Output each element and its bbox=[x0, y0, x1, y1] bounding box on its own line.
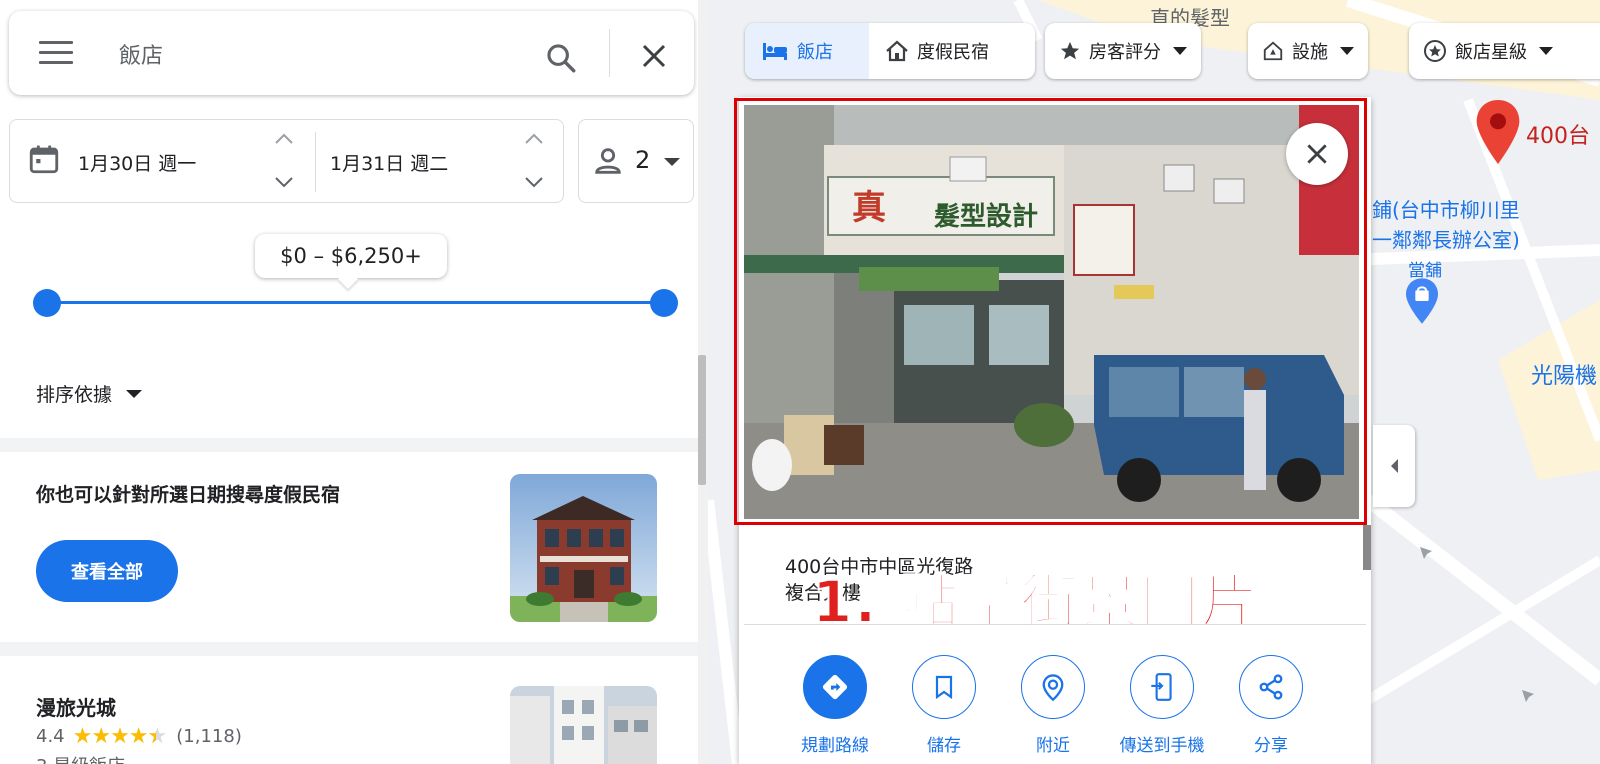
dropdown-arrow-icon bbox=[1173, 47, 1187, 55]
action-label: 分享 bbox=[1254, 736, 1288, 756]
send-to-phone-button[interactable]: 傳送到手機 bbox=[1107, 655, 1217, 756]
dropdown-arrow-icon bbox=[126, 389, 143, 398]
vacation-rental-thumbnail[interactable] bbox=[510, 474, 657, 622]
search-icon[interactable] bbox=[544, 41, 578, 75]
caret-left-icon bbox=[1391, 459, 1398, 473]
bookmark-icon bbox=[912, 655, 976, 719]
hotel-rating: 4.4 ★★★★★★ (1,118) bbox=[36, 724, 242, 749]
chevron-up-icon[interactable] bbox=[273, 132, 295, 146]
person-icon bbox=[595, 148, 621, 174]
price-slider-min-handle[interactable] bbox=[33, 289, 61, 317]
save-button[interactable]: 儲存 bbox=[889, 655, 999, 756]
place-label-line1: 鋪(台中市柳川里 bbox=[1372, 198, 1520, 222]
amenities-icon bbox=[1262, 40, 1284, 62]
action-label: 附近 bbox=[1036, 736, 1070, 756]
results-panel: 1月30日 週一 1月31日 週二 2 $0 – $6,250+ 排序依據 你也… bbox=[0, 0, 708, 764]
menu-icon[interactable] bbox=[39, 41, 73, 65]
filter-vacation-rentals-label: 度假民宿 bbox=[917, 42, 989, 63]
dropdown-arrow-icon bbox=[1539, 47, 1553, 55]
section-separator bbox=[0, 438, 700, 452]
place-label-line2: 一鄰鄰長辦公室) bbox=[1372, 228, 1520, 252]
chevron-down-icon[interactable] bbox=[523, 175, 545, 189]
hotel-name[interactable]: 漫旅光城 bbox=[36, 692, 116, 721]
promo-title: 你也可以針對所選日期搜尋度假民宿 bbox=[36, 484, 341, 506]
view-all-button[interactable]: 查看全部 bbox=[36, 540, 178, 602]
price-slider-max-handle[interactable] bbox=[650, 289, 678, 317]
lodging-type-toggle: 飯店 度假民宿 bbox=[745, 23, 1035, 79]
date-divider bbox=[315, 132, 316, 192]
share-icon bbox=[1239, 655, 1303, 719]
dropdown-arrow-icon bbox=[664, 158, 680, 166]
filter-amenities-label: 設施 bbox=[1292, 42, 1328, 63]
directions-icon bbox=[803, 655, 867, 719]
action-label: 儲存 bbox=[927, 736, 961, 756]
hotel-thumbnail[interactable] bbox=[510, 686, 657, 764]
close-icon bbox=[1307, 144, 1327, 164]
map-arrow-icon bbox=[1420, 547, 1432, 559]
bed-icon bbox=[761, 40, 789, 62]
share-button[interactable]: 分享 bbox=[1216, 655, 1326, 756]
guest-count: 2 bbox=[635, 146, 651, 174]
send-to-phone-icon bbox=[1130, 655, 1194, 719]
rating-value: 4.4 bbox=[36, 726, 65, 747]
section-separator bbox=[0, 642, 700, 656]
results-scrollbar[interactable] bbox=[698, 355, 706, 485]
directions-button[interactable]: 規劃路線 bbox=[780, 655, 890, 756]
action-label: 規劃路線 bbox=[801, 736, 869, 756]
checkout-date[interactable]: 1月31日 週二 bbox=[330, 149, 448, 176]
card-scrollbar[interactable] bbox=[1363, 525, 1371, 570]
location-pin-icon[interactable] bbox=[1476, 100, 1520, 164]
filter-hotel-class-chip[interactable]: 飯店星級 bbox=[1409, 23, 1600, 79]
filter-amenities-chip[interactable]: 設施 bbox=[1248, 23, 1368, 79]
search-input[interactable] bbox=[119, 37, 499, 71]
shopping-pin-icon[interactable] bbox=[1406, 278, 1438, 324]
price-slider-track[interactable] bbox=[47, 301, 663, 304]
close-icon[interactable] bbox=[639, 41, 669, 71]
nearby-button[interactable]: 附近 bbox=[998, 655, 1108, 756]
sort-label: 排序依據 bbox=[36, 384, 113, 406]
filter-guest-rating-chip[interactable]: 房客評分 bbox=[1045, 23, 1201, 79]
date-picker[interactable]: 1月30日 週一 1月31日 週二 bbox=[9, 119, 564, 203]
street-view-highlight bbox=[734, 98, 1367, 525]
star-icon bbox=[1059, 40, 1081, 62]
search-box bbox=[9, 11, 694, 95]
filter-guest-rating-label: 房客評分 bbox=[1089, 42, 1161, 63]
nearby-icon bbox=[1021, 655, 1085, 719]
filter-vacation-rentals-tab[interactable]: 度假民宿 bbox=[869, 23, 1005, 79]
hotel-class: 3 星級飯店 bbox=[36, 752, 125, 764]
chevron-up-icon[interactable] bbox=[523, 132, 545, 146]
filter-hotels-tab[interactable]: 飯店 bbox=[745, 23, 869, 79]
filter-hotel-class-label: 飯店星級 bbox=[1455, 42, 1527, 63]
checkin-date[interactable]: 1月30日 週一 bbox=[78, 149, 196, 176]
close-street-view-button[interactable] bbox=[1286, 123, 1348, 185]
calendar-icon bbox=[29, 145, 59, 174]
guest-selector[interactable]: 2 bbox=[578, 119, 694, 203]
filter-hotels-label: 飯店 bbox=[797, 42, 833, 63]
annotation-label: 1. 點擊街景圖片 bbox=[811, 567, 1261, 637]
card-divider bbox=[744, 624, 1366, 625]
search-divider bbox=[609, 29, 610, 77]
pin-label: 400台 bbox=[1526, 124, 1590, 149]
review-count: (1,118) bbox=[176, 726, 242, 747]
chevron-down-icon[interactable] bbox=[273, 175, 295, 189]
house-icon bbox=[885, 40, 909, 62]
star-circle-icon bbox=[1423, 39, 1447, 63]
star-rating-icon: ★★★★★★ bbox=[72, 724, 168, 749]
sort-dropdown[interactable]: 排序依據 bbox=[36, 380, 143, 407]
dropdown-arrow-icon bbox=[1340, 47, 1354, 55]
area-label: 光陽機 bbox=[1531, 364, 1598, 389]
price-range-label: $0 – $6,250+ bbox=[255, 234, 447, 278]
map-arrow-icon bbox=[1522, 690, 1534, 702]
action-label: 傳送到手機 bbox=[1119, 736, 1205, 756]
collapse-panel-button[interactable] bbox=[1373, 425, 1415, 507]
